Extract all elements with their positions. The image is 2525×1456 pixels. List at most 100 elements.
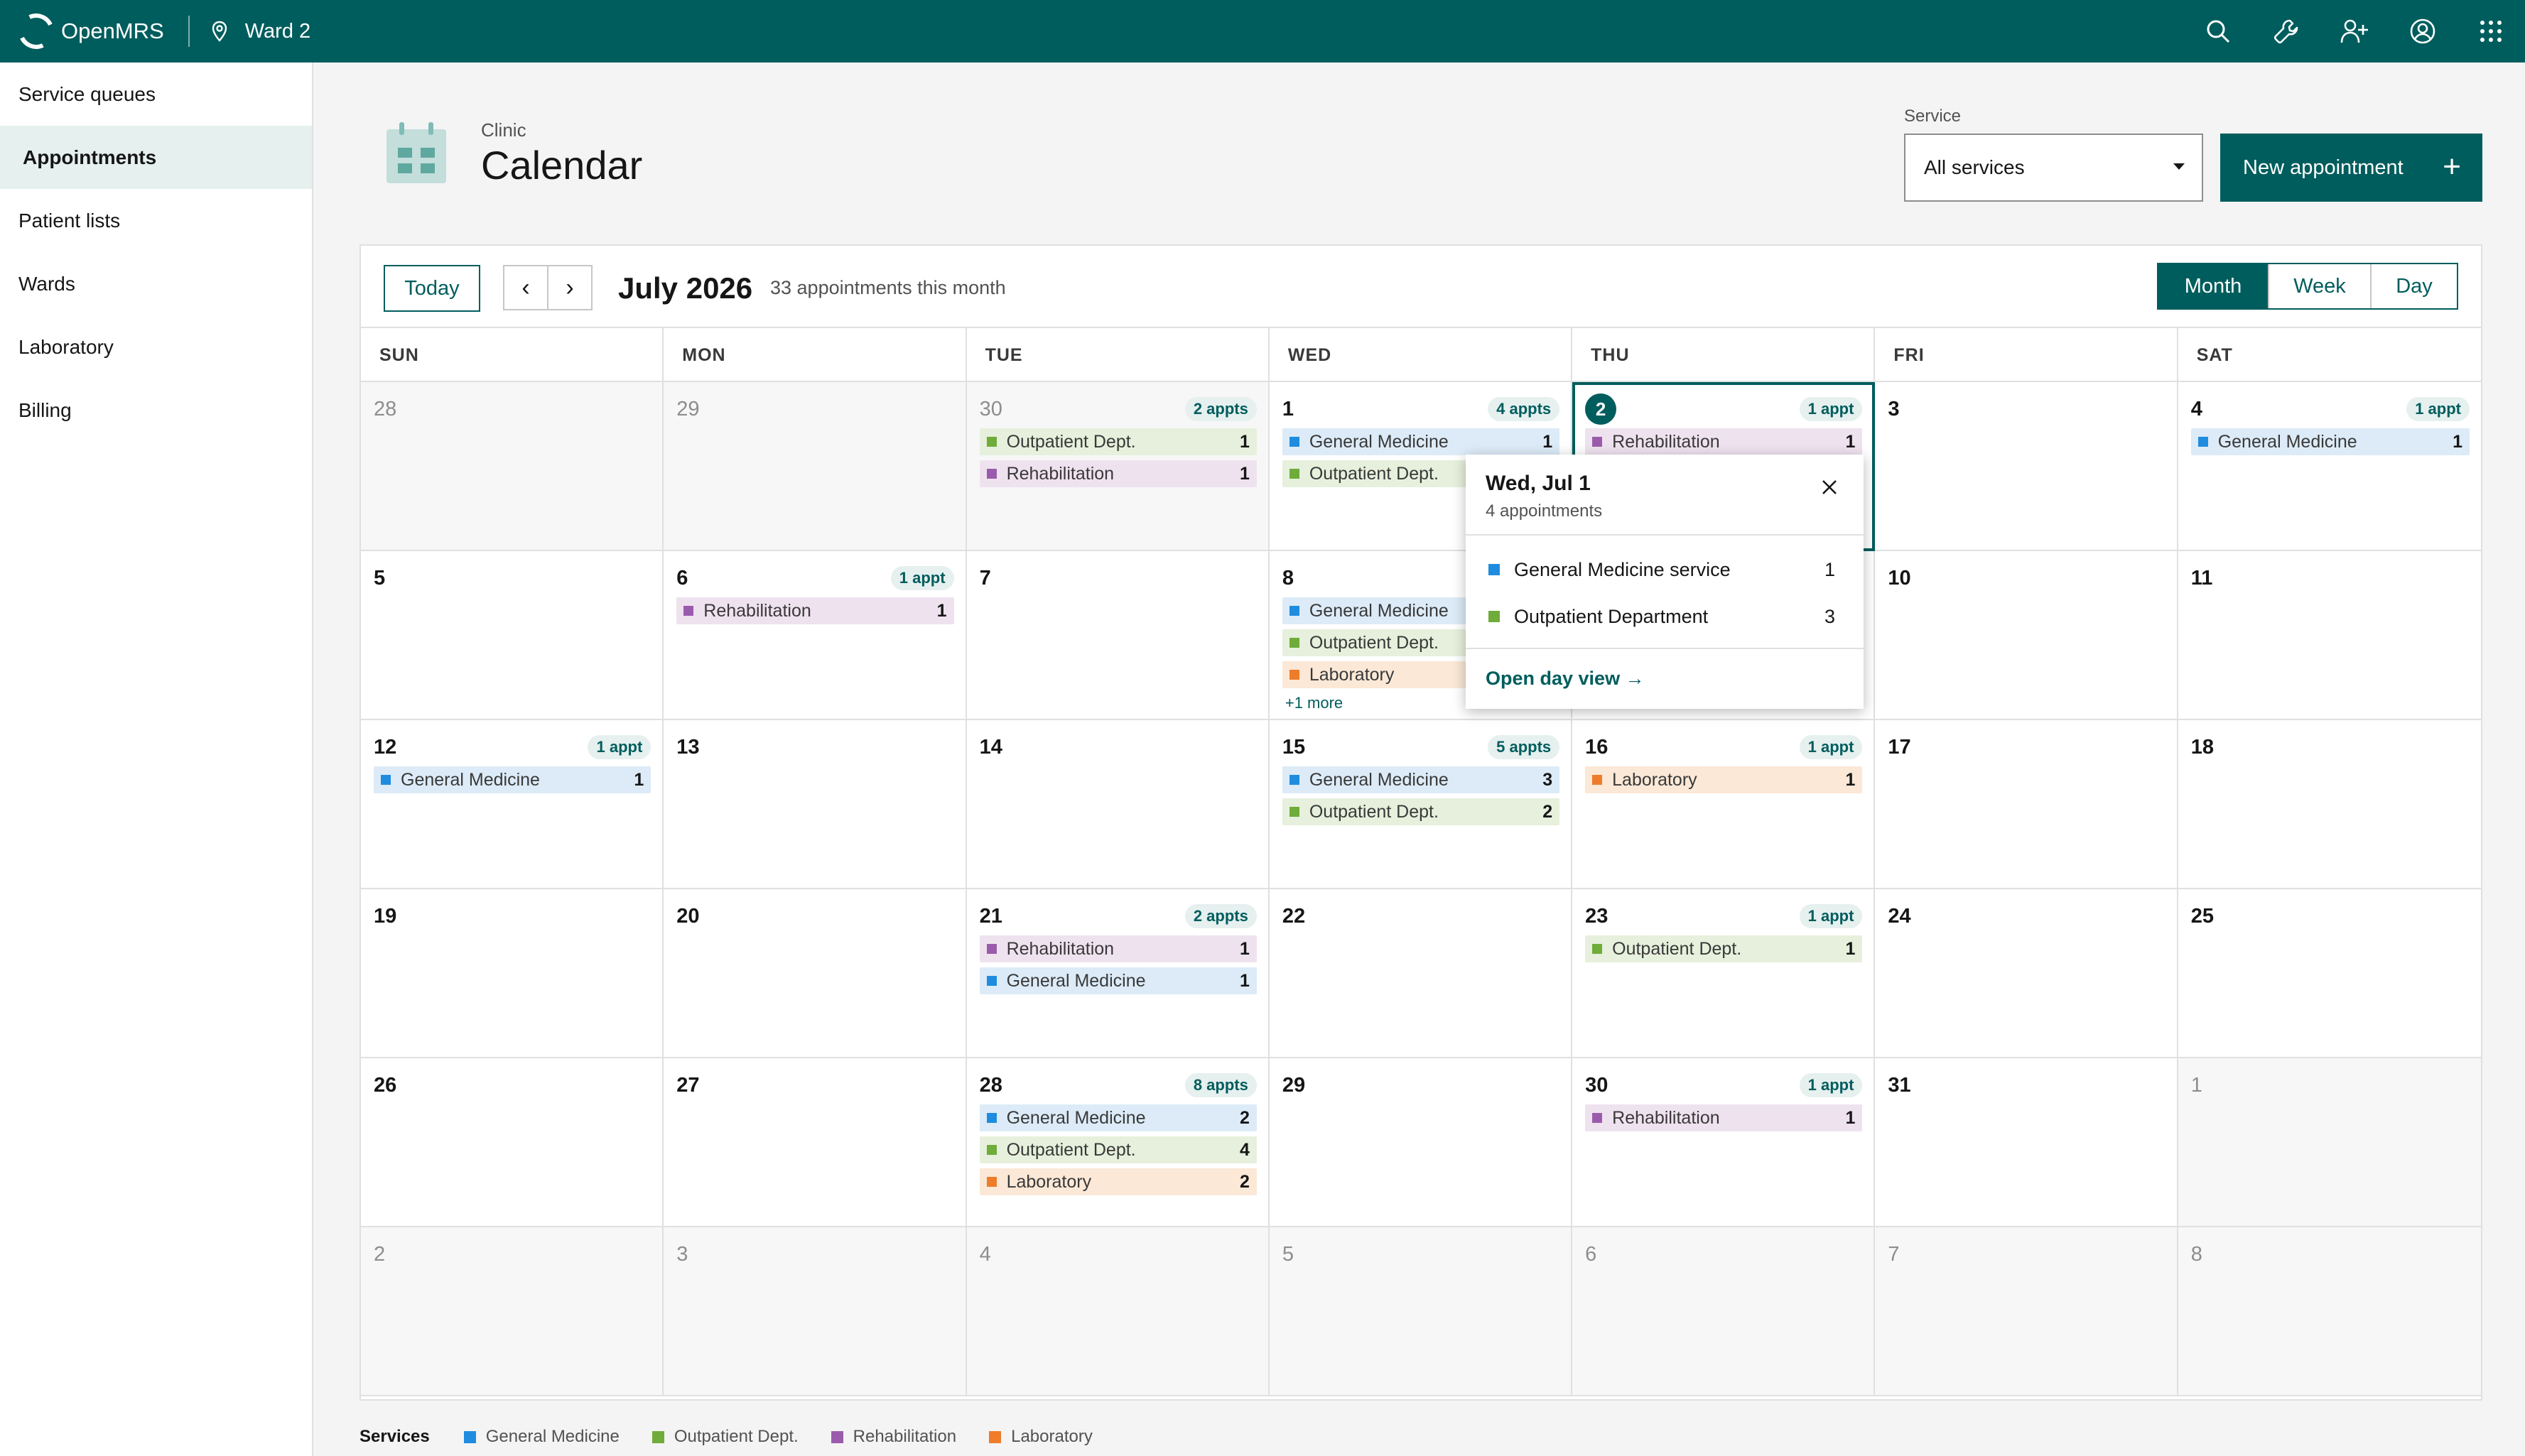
day-cell[interactable]: 13 [664,720,967,889]
day-cell[interactable]: 19 [361,889,664,1058]
service-filter-label: Service [1904,107,1962,126]
add-user-icon[interactable] [2320,0,2389,63]
prev-month-button[interactable]: ‹ [503,265,548,310]
weekday-label: FRI [1875,328,2178,382]
day-cell[interactable]: 8 [2178,1227,2481,1396]
service-color-swatch [1592,1113,1603,1123]
day-cell[interactable]: 5 [1269,1227,1573,1396]
appointment-chip[interactable]: Outpatient Dept. 4 [979,1136,1257,1163]
search-icon[interactable] [2184,0,2252,63]
appointment-chip[interactable]: Laboratory 2 [979,1168,1257,1195]
day-cell[interactable]: 24 [1875,889,2178,1058]
day-cell[interactable]: 28 [361,382,664,551]
appointment-chip[interactable]: Outpatient Dept. 1 [979,428,1257,455]
day-cell[interactable]: 29 [664,382,967,551]
day-cell[interactable]: 3 [664,1227,967,1396]
appointment-chip[interactable]: General Medicine 2 [979,1104,1257,1131]
appointment-chip[interactable]: Rehabilitation 1 [979,935,1257,962]
location-label[interactable]: Ward 2 [245,20,310,43]
appointment-count: 1 [634,769,644,790]
day-cell[interactable]: 31 [1875,1058,2178,1227]
appointment-chip[interactable]: General Medicine 1 [2190,428,2470,455]
day-cell[interactable]: 20 [664,889,967,1058]
day-cell[interactable]: 15 5 appts General Medicine 3 Outpatient Dep… [1269,720,1573,889]
wrench-icon[interactable] [2252,0,2320,63]
day-cell-header: 4 1 appt [2191,395,2470,423]
appointment-chip[interactable]: Outpatient Dept. 1 [1585,935,1863,962]
nav-item-wards[interactable]: Wards [0,252,312,315]
appointment-chip[interactable]: General Medicine 1 [1282,428,1560,455]
day-cell[interactable]: 16 1 appt Laboratory 1 [1572,720,1876,889]
new-appointment-button[interactable]: New appointment + [2220,134,2482,202]
appointment-chip[interactable]: Laboratory 1 [1585,766,1863,793]
appointment-service-name: Rehabilitation [1006,463,1115,484]
day-cell[interactable]: 4 1 appt General Medicine 1 [2178,382,2481,551]
appointment-chip[interactable]: Rehabilitation 1 [1585,428,1863,455]
day-cell[interactable]: 30 1 appt Rehabilitation 1 [1572,1058,1876,1227]
day-cell[interactable]: 7 [966,551,1270,720]
service-filter-select[interactable]: All services [1904,134,2203,202]
popover-service-row[interactable]: Outpatient Department 3 [1488,602,1835,631]
day-cell[interactable]: 4 [966,1227,1270,1396]
day-cell[interactable]: 26 [361,1058,664,1227]
popover-service-count: 1 [1824,558,1835,580]
openmrs-logo[interactable]: OpenMRS [13,8,164,55]
nav-item-laboratory[interactable]: Laboratory [0,315,312,379]
day-cell[interactable]: 17 [1875,720,2178,889]
user-avatar-icon[interactable] [2389,0,2457,63]
day-cell[interactable]: 14 [966,720,1270,889]
appointment-chip[interactable]: Outpatient Dept. 2 [1282,798,1560,825]
day-cell[interactable]: 30 2 appts Outpatient Dept. 1 Rehabilitation… [966,382,1270,551]
day-cell[interactable]: 10 [1875,551,2178,720]
appointment-service-name: Outpatient Dept. [1309,801,1439,822]
day-cell[interactable]: 1 [2178,1058,2481,1227]
day-cell[interactable]: 18 [2178,720,2481,889]
day-cell[interactable]: 22 [1269,889,1573,1058]
day-cell[interactable]: 6 1 appt Rehabilitation 1 [664,551,967,720]
day-cell[interactable]: 12 1 appt General Medicine 1 [361,720,664,889]
appointment-chip[interactable]: General Medicine 1 [979,967,1257,994]
appointment-chip[interactable]: Rehabilitation 1 [1585,1104,1863,1131]
day-cell[interactable]: 2 [361,1227,664,1396]
appointment-chip[interactable]: Rehabilitation 1 [676,597,954,624]
day-cell-header: 14 [980,733,1257,761]
open-day-view-link[interactable]: Open day view → [1486,668,1645,690]
nav-item-appointments[interactable]: Appointments [0,126,312,189]
view-week-button[interactable]: Week [2268,264,2370,308]
day-cell[interactable]: 6 [1572,1227,1876,1396]
view-day-button[interactable]: Day [2370,264,2457,308]
popover-service-row[interactable]: General Medicine service 1 [1488,555,1835,584]
next-month-button[interactable]: › [547,265,593,310]
day-cell[interactable]: 23 1 appt Outpatient Dept. 1 [1572,889,1876,1058]
close-icon[interactable] [1815,473,1844,501]
weekday-label: SAT [2196,344,2233,365]
day-number: 1 [1282,397,1294,420]
weekday-label: SUN [361,328,664,382]
day-cell[interactable]: 29 [1269,1058,1573,1227]
appointment-count-badge: 1 appt [1799,1073,1863,1097]
day-cell[interactable]: 5 [361,551,664,720]
view-month-button[interactable]: Month [2158,264,2268,308]
nav-item-service-queues[interactable]: Service queues [0,63,312,126]
day-number: 28 [374,397,397,420]
day-cell[interactable]: 11 [2178,551,2481,720]
day-number: 29 [676,397,700,420]
day-popover: Wed, Jul 1 4 appointments General Medici… [1466,455,1864,709]
app-switcher-icon[interactable] [2457,0,2525,63]
day-cell-header: 5 [374,564,651,592]
nav-item-billing[interactable]: Billing [0,379,312,442]
appointment-chip[interactable]: General Medicine 3 [1282,766,1560,793]
appointment-chip[interactable]: General Medicine 1 [374,766,651,793]
day-cell[interactable]: 27 [664,1058,967,1227]
day-cell[interactable]: 25 [2178,889,2481,1058]
day-cell[interactable]: 3 [1875,382,2178,551]
day-cell[interactable]: 28 8 appts General Medicine 2 Outpatient Dep… [966,1058,1270,1227]
appointment-service-name: Rehabilitation [703,600,811,621]
nav-item-patient-lists[interactable]: Patient lists [0,189,312,252]
today-button[interactable]: Today [384,265,480,312]
appointment-chip[interactable]: Rehabilitation 1 [979,460,1257,487]
day-cell[interactable]: 7 [1875,1227,2178,1396]
day-cell[interactable]: 21 2 appts Rehabilitation 1 General Medicine… [966,889,1270,1058]
appointment-service-name: Rehabilitation [1612,431,1720,452]
day-number: 27 [676,1073,700,1097]
